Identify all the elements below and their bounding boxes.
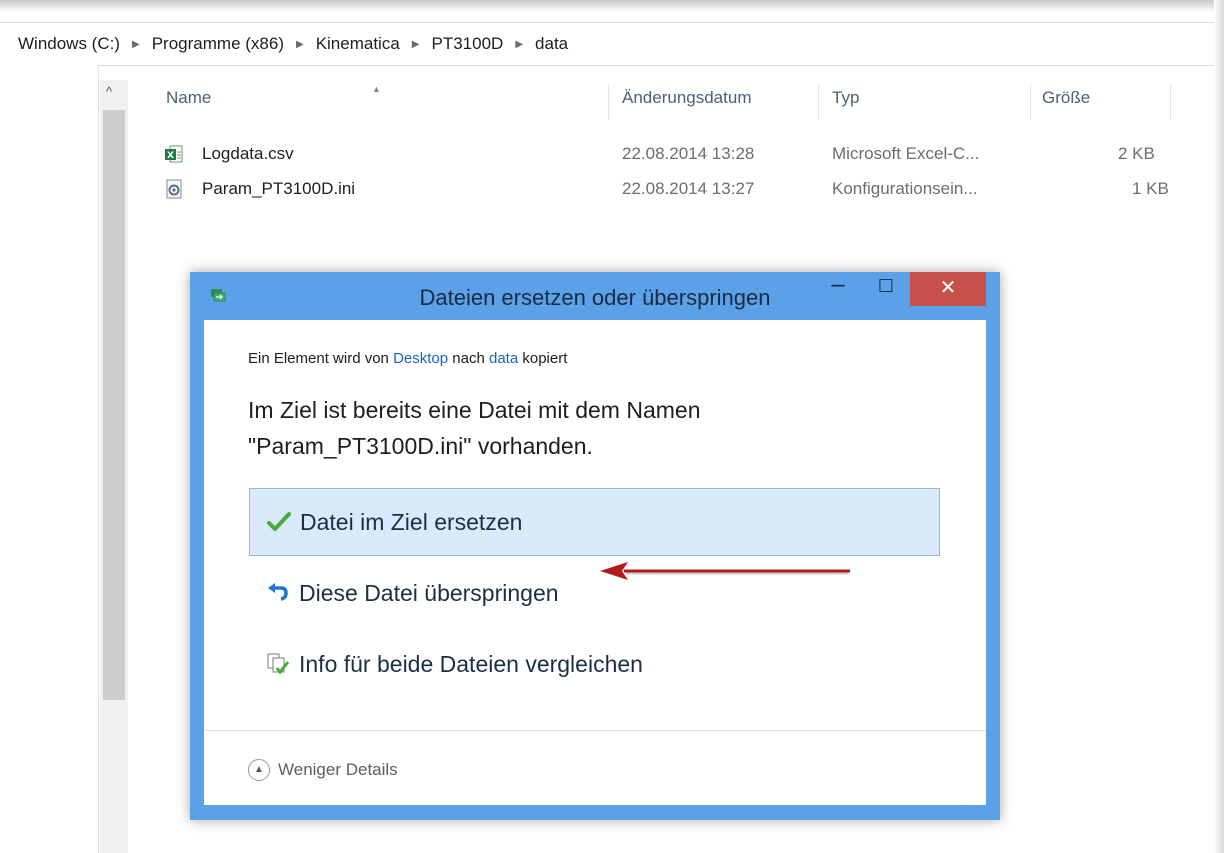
breadcrumb-item-programs[interactable]: Programme (x86) [150,34,286,54]
column-divider[interactable] [818,84,819,120]
excel-csv-file-icon: X [165,145,183,163]
compare-files-icon [267,653,290,675]
skip-arrow-icon [268,583,288,601]
address-bar[interactable]: Windows (C:) ▶ Programme (x86) ▶ Kinemat… [0,22,1224,66]
copy-status-suffix: kopiert [518,350,568,367]
file-row[interactable]: X Logdata.csv 22.08.2014 13:28 Microsoft… [160,141,1200,167]
column-divider[interactable] [1170,84,1171,120]
checkmark-icon [267,512,291,531]
column-divider[interactable] [608,84,609,120]
file-date: 22.08.2014 13:27 [622,179,755,198]
file-name: Param_PT3100D.ini [202,179,356,198]
breadcrumb: Windows (C:) ▶ Programme (x86) ▶ Kinemat… [16,23,570,65]
scroll-up-icon[interactable]: ^ [106,84,112,99]
chevron-up-icon[interactable]: ▲ [248,759,270,781]
conflict-message-line: "Param_PT3100D.ini" vorhanden. [248,433,593,459]
copy-status-prefix: Ein Element wird von [248,350,394,367]
column-header-name[interactable]: Name [166,88,211,116]
replace-file-option[interactable]: Datei im Ziel ersetzen [249,488,940,556]
file-size: 2 KB [1118,144,1155,163]
column-header-type[interactable]: Typ [832,88,859,116]
screenshot-right-shadow [1214,0,1224,853]
file-name: Logdata.csv [202,144,294,163]
dialog-body: Ein Element wird von Desktop nach data k… [204,320,986,805]
column-divider[interactable] [1030,84,1031,120]
skip-file-option[interactable]: Diese Datei überspringen [249,559,940,627]
file-type: Konfigurationsein... [832,179,978,198]
breadcrumb-item-data[interactable]: data [533,34,570,54]
source-folder-link[interactable]: Desktop [393,350,448,367]
minimize-icon[interactable]: – [818,272,858,302]
scrollbar-thumb[interactable] [103,110,125,700]
fewer-details-button[interactable]: Weniger Details [278,760,398,780]
compare-files-option[interactable]: Info für beide Dateien vergleichen [249,630,940,698]
file-size: 1 KB [1132,179,1169,198]
close-button[interactable]: ✕ [910,272,986,306]
conflict-message: Im Ziel ist bereits eine Datei mit dem N… [248,392,888,464]
vertical-scrollbar[interactable]: ^ [100,80,128,853]
copy-status-middle: nach [448,350,489,367]
breadcrumb-item-kinematica[interactable]: Kinematica [314,34,402,54]
skip-file-label: Diese Datei überspringen [299,579,559,606]
breadcrumb-item-pt3100d[interactable]: PT3100D [430,34,506,54]
config-file-icon [166,179,182,199]
compare-files-label: Info für beide Dateien vergleichen [299,650,643,677]
dialog-titlebar[interactable]: Dateien ersetzen oder überspringen – ☐ ✕ [190,272,1000,320]
svg-text:X: X [167,151,174,161]
target-folder-link[interactable]: data [489,350,518,367]
column-header-date[interactable]: Änderungsdatum [622,88,751,116]
breadcrumb-separator-icon[interactable]: ▶ [505,39,533,50]
copy-status-text: Ein Element wird von Desktop nach data k… [248,350,567,367]
breadcrumb-item-drive[interactable]: Windows (C:) [16,34,122,54]
column-header-size[interactable]: Größe [1042,88,1090,116]
navigation-pane[interactable] [0,65,99,853]
replace-or-skip-dialog: Dateien ersetzen oder überspringen – ☐ ✕… [190,272,1000,820]
file-date: 22.08.2014 13:28 [622,144,755,163]
replace-file-label: Datei im Ziel ersetzen [300,508,523,535]
breadcrumb-separator-icon[interactable]: ▶ [122,39,150,50]
screenshot-top-shadow [0,0,1224,12]
file-type: Microsoft Excel-C... [832,144,980,163]
conflict-message-line: Im Ziel ist bereits eine Datei mit dem N… [248,397,701,423]
sort-ascending-icon: ▲ [372,84,381,94]
breadcrumb-separator-icon[interactable]: ▶ [402,39,430,50]
file-row[interactable]: Param_PT3100D.ini 22.08.2014 13:27 Konfi… [160,176,1200,202]
dialog-footer: ▲ Weniger Details [204,730,986,805]
breadcrumb-separator-icon[interactable]: ▶ [286,39,314,50]
maximize-icon[interactable]: ☐ [866,272,906,302]
